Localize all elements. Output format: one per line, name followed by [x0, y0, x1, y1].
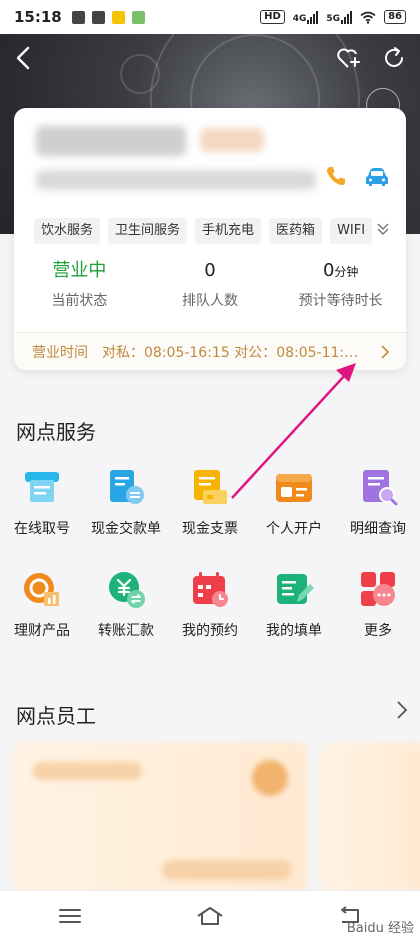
cash-deposit-icon [110, 470, 144, 504]
status-bar: 15:18 HD 4G 5G 86 [0, 0, 420, 34]
wifi-icon [360, 11, 376, 24]
service-label: 明细查询 [350, 521, 406, 537]
hours-label: 营业时间 [32, 344, 88, 361]
form-fill-icon [277, 574, 314, 604]
stat-label: 当前状态 [51, 293, 108, 309]
ticket-machine-icon [25, 472, 59, 502]
staff-section-title: 网点员工 [16, 704, 96, 728]
menu-button[interactable] [56, 905, 84, 927]
refresh-share-button[interactable] [382, 46, 406, 70]
service-label: 现金交款单 [91, 521, 161, 537]
stat-unit: 分钟 [334, 265, 359, 279]
stat-label: 预计等待时长 [298, 293, 383, 309]
store-icon [71, 10, 85, 24]
stat-value-wrap: 0分钟 [275, 258, 406, 284]
home-button[interactable] [196, 905, 224, 927]
stat-value: 营业中 [52, 260, 107, 281]
service-wealth-products[interactable]: 理财产品 [0, 568, 84, 640]
app-notification-icon [111, 10, 125, 24]
service-open-account[interactable]: 个人开户 [252, 466, 336, 538]
facility-tag: 手机充电 [195, 218, 262, 244]
status-time: 15:18 [14, 8, 62, 26]
share-icon [385, 47, 403, 67]
hours-value: 对私：08:05-16:15 对公：08:05-11:30··· [102, 344, 362, 361]
service-my-forms[interactable]: 我的填单 [252, 568, 336, 640]
favorite-button[interactable] [336, 46, 362, 70]
service-transfer[interactable]: 转账汇款 [84, 568, 168, 640]
service-label: 理财产品 [14, 623, 70, 639]
facility-tag: WIFI [330, 218, 373, 244]
status-right: HD 4G 5G 86 [260, 10, 406, 24]
signal-5g: 5G [326, 10, 353, 24]
staff-card-redacted-2[interactable] [320, 742, 420, 892]
car-navigation-icon[interactable] [364, 165, 390, 189]
service-more[interactable]: 更多 [336, 568, 420, 640]
branch-address-redacted [36, 170, 316, 190]
service-cash-deposit[interactable]: 现金交款单 [84, 466, 168, 538]
service-label: 转账汇款 [98, 623, 154, 639]
translate-icon [91, 10, 105, 24]
wealth-product-icon [24, 573, 59, 606]
services-section-title: 网点服务 [16, 420, 96, 444]
hd-icon: HD [260, 10, 285, 24]
facility-tags: 饮水服务 卫生间服务 手机充电 医药箱 WIFI [34, 218, 373, 244]
cash-check-icon [194, 470, 227, 504]
staff-button-redacted [162, 860, 292, 880]
branch-info-card: 饮水服务 卫生间服务 手机充电 医药箱 WIFI 营业中 当前状态 0 排队人数… [14, 108, 406, 370]
double-chevron-down-icon [377, 223, 389, 236]
stat-value: 0 [204, 260, 216, 281]
service-label: 更多 [364, 623, 392, 639]
watermark: Baidu 经验 [346, 921, 414, 936]
account-card-icon [276, 474, 312, 502]
phone-icon[interactable] [324, 164, 348, 188]
stat-label: 排队人数 [182, 293, 238, 309]
menu-icon [59, 908, 81, 923]
chevron-left-icon [16, 46, 30, 70]
service-cash-check[interactable]: 现金支票 [168, 466, 252, 538]
signal-4g: 4G [293, 10, 319, 24]
battery-indicator: 86 [384, 10, 406, 24]
staff-avatar-redacted [252, 760, 288, 796]
facility-tag: 医药箱 [269, 218, 323, 244]
stat-status: 营业中 当前状态 [14, 258, 145, 310]
app-notification-icon-2 [131, 10, 145, 24]
service-online-queue[interactable]: 在线取号 [0, 466, 84, 538]
facility-tag: 饮水服务 [34, 218, 101, 244]
stat-wait: 0分钟 预计等待时长 [275, 258, 406, 310]
service-label: 现金支票 [182, 521, 238, 537]
stat-queue: 0 排队人数 [145, 258, 276, 310]
more-icon [361, 572, 395, 606]
branch-tag-redacted [200, 128, 264, 152]
service-label: 个人开户 [266, 521, 322, 537]
staff-name-redacted [32, 762, 142, 780]
service-detail-query[interactable]: 明细查询 [336, 466, 420, 538]
services-grid: 在线取号 现金交款单 现金支票 个人开户 明细查询 理财产品 转账汇款 我的预约… [0, 466, 420, 640]
stat-value: 0 [322, 260, 335, 281]
appointment-icon [193, 572, 228, 607]
service-my-appointments[interactable]: 我的预约 [168, 568, 252, 640]
service-label: 在线取号 [14, 521, 70, 537]
chevron-right-icon [397, 701, 408, 719]
home-icon [197, 906, 223, 925]
business-hours-row[interactable]: 营业时间 对私：08:05-16:15 对公：08:05-11:30··· [14, 332, 406, 370]
facility-tag: 卫生间服务 [108, 218, 188, 244]
branch-name-redacted [36, 126, 186, 156]
service-label: 我的预约 [182, 623, 238, 639]
notification-icons [71, 10, 145, 24]
chevron-right-icon [381, 345, 390, 359]
detail-query-icon [363, 470, 398, 506]
heart-plus-icon [337, 48, 360, 68]
expand-tags-button[interactable] [376, 221, 390, 237]
service-label: 我的填单 [266, 623, 322, 639]
transfer-icon [109, 572, 145, 608]
branch-stats: 营业中 当前状态 0 排队人数 0分钟 预计等待时长 [14, 258, 406, 310]
staff-more-button[interactable] [396, 700, 408, 720]
back-button[interactable] [12, 44, 36, 72]
staff-card-redacted[interactable] [12, 742, 308, 892]
